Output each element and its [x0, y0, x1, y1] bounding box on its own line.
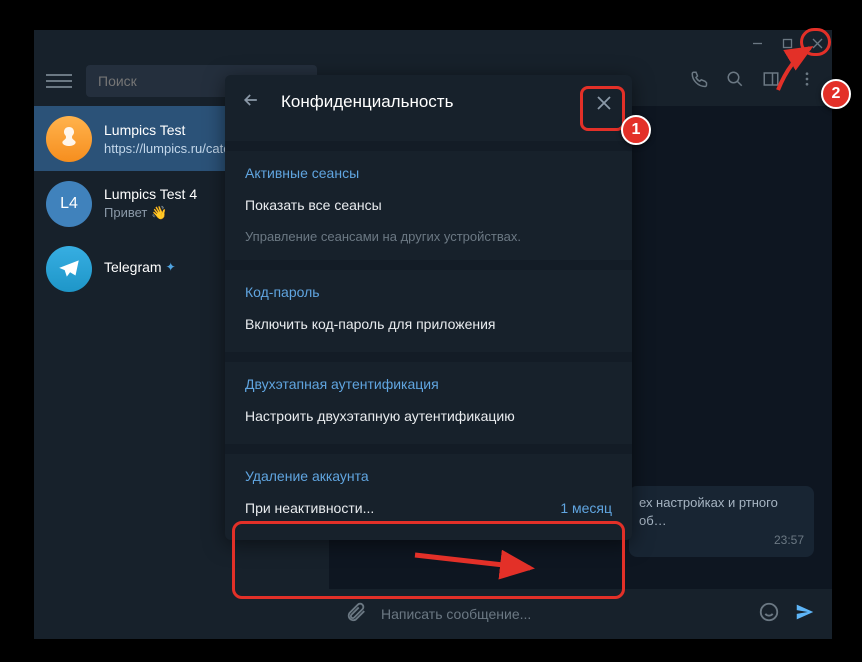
message-time: 23:57	[639, 532, 804, 549]
maximize-button[interactable]	[772, 30, 802, 56]
section-twostep: Двухэтапная аутентификация Настроить дву…	[225, 352, 632, 444]
section-title: Удаление аккаунта	[245, 468, 612, 484]
avatar	[46, 116, 92, 162]
show-sessions-item[interactable]: Показать все сеансы	[245, 193, 612, 217]
panel-body: Активные сеансы Показать все сеансы Упра…	[225, 129, 632, 540]
avatar	[46, 246, 92, 292]
more-icon[interactable]	[798, 70, 816, 93]
section-sessions: Активные сеансы Показать все сеансы Упра…	[225, 141, 632, 260]
chat-subtitle: https://lumpics.ru/cate	[104, 141, 230, 156]
attach-icon[interactable]	[345, 601, 367, 628]
chat-name: Lumpics Test 4	[104, 186, 197, 202]
section-title: Активные сеансы	[245, 165, 612, 181]
send-icon[interactable]	[794, 601, 816, 628]
section-title: Код-пароль	[245, 284, 612, 300]
section-title: Двухэтапная аутентификация	[245, 376, 612, 392]
inactivity-item[interactable]: При неактивности... 1 месяц	[245, 496, 612, 520]
phone-icon[interactable]	[690, 70, 708, 93]
verified-icon: ✦	[166, 260, 176, 274]
panel-header: Конфиденциальность	[225, 75, 632, 129]
close-window-button[interactable]	[802, 30, 832, 56]
step-badge-2: 2	[821, 79, 851, 109]
enable-passcode-item[interactable]: Включить код-пароль для приложения	[245, 312, 612, 336]
chat-subtitle: Привет 👋	[104, 205, 197, 221]
section-passcode: Код-пароль Включить код-пароль для прило…	[225, 260, 632, 352]
titlebar	[34, 30, 832, 56]
composer: Написать сообщение...	[329, 589, 832, 639]
minimize-button[interactable]	[742, 30, 772, 56]
back-icon[interactable]	[241, 90, 261, 115]
menu-icon[interactable]	[46, 74, 72, 88]
composer-input[interactable]: Написать сообщение...	[381, 606, 744, 622]
emoji-icon[interactable]	[758, 601, 780, 628]
search-icon[interactable]	[726, 70, 744, 93]
panel-title: Конфиденциальность	[281, 92, 453, 112]
step-badge-1: 1	[621, 115, 651, 145]
inactivity-value: 1 месяц	[560, 500, 612, 516]
setup-twostep-item[interactable]: Настроить двухэтапную аутентификацию	[245, 404, 612, 428]
message: ех настройках и ртного об… 23:57	[629, 486, 814, 557]
section-desc: Управление сеансами на других устройства…	[245, 229, 612, 244]
truncated-text	[225, 129, 632, 141]
sidebar-toggle-icon[interactable]	[762, 70, 780, 93]
panel-close-button[interactable]	[586, 85, 622, 121]
privacy-panel: Конфиденциальность Активные сеансы Показ…	[225, 75, 632, 540]
avatar: L4	[46, 181, 92, 227]
message-bubble: ех настройках и ртного об… 23:57	[629, 486, 814, 557]
chat-name: Telegram ✦	[104, 259, 176, 275]
chat-name: Lumpics Test	[104, 122, 230, 138]
section-deletion: Удаление аккаунта При неактивности... 1 …	[225, 444, 632, 540]
